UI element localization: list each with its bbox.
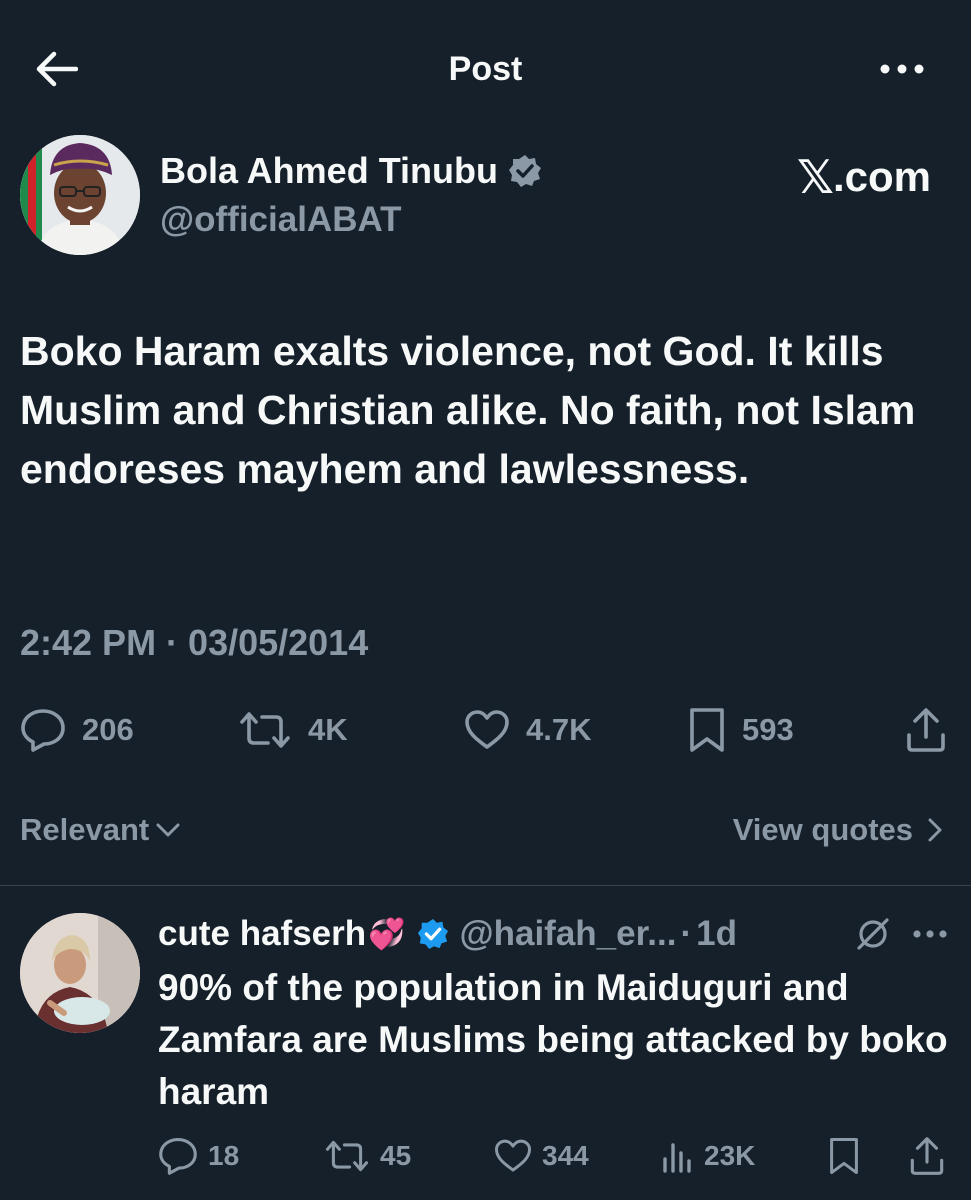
- repost-icon: [240, 712, 290, 748]
- divider: [0, 885, 971, 886]
- reply-header: cute hafserh 💞 @haifah_er... · 1d: [158, 910, 737, 958]
- heart-icon: [494, 1139, 532, 1172]
- reply-view-count: 23K: [704, 1140, 756, 1171]
- post-timestamp[interactable]: 2:42 PM · 03/05/2014: [20, 622, 368, 664]
- reply-reply-action[interactable]: 18: [158, 1134, 239, 1178]
- bookmark-icon: [830, 1137, 858, 1175]
- author-name-row[interactable]: Bola Ahmed Tinubu: [160, 150, 542, 192]
- reply-author-handle[interactable]: @haifah_er...: [459, 914, 676, 954]
- verified-badge-icon: [509, 155, 541, 187]
- reply-icon: [159, 1138, 197, 1175]
- reply-share-action[interactable]: [908, 1134, 946, 1178]
- top-bar: Post: [0, 0, 971, 140]
- reply-author-name[interactable]: cute hafserh: [158, 914, 366, 954]
- author-avatar[interactable]: [20, 135, 140, 255]
- repost-count: 4K: [308, 712, 348, 747]
- chevron-right-icon: [928, 818, 942, 842]
- reply-like-action[interactable]: 344: [494, 1134, 589, 1178]
- repost-action[interactable]: 4K: [238, 706, 348, 754]
- like-action[interactable]: 4.7K: [464, 706, 591, 754]
- reply-reply-count: 18: [208, 1140, 240, 1171]
- like-count: 4.7K: [526, 712, 592, 747]
- page-title: Post: [448, 50, 523, 88]
- chevron-down-icon: [156, 823, 180, 837]
- author-photo: [20, 135, 140, 255]
- heart-emoji: 💞: [368, 917, 406, 951]
- post-page: Post Bola Ahmed Tinubu @officialABAT 𝕏 .…: [0, 0, 971, 1200]
- post-text: Boko Haram exalts violence, not God. It …: [20, 328, 916, 492]
- separator-dot: ·: [680, 914, 693, 953]
- reply-bookmark-action[interactable]: [828, 1134, 860, 1178]
- reply-avatar[interactable]: [20, 913, 140, 1033]
- reply-time[interactable]: 1d: [696, 914, 737, 954]
- reply-text: 90% of the population in Maiduguri and Z…: [158, 967, 948, 1112]
- repost-icon: [325, 1140, 369, 1172]
- reply-icon: [21, 709, 65, 752]
- views-icon: [663, 1143, 691, 1173]
- bookmark-count: 593: [742, 712, 794, 747]
- reply-action[interactable]: 206: [20, 706, 134, 754]
- share-icon: [907, 708, 945, 752]
- reply-more-icon[interactable]: [910, 920, 950, 948]
- x-logo-icon: 𝕏: [796, 150, 834, 204]
- author-handle[interactable]: @officialABAT: [160, 200, 402, 240]
- reply-repost-count: 45: [380, 1140, 412, 1171]
- more-horizontal-icon: [880, 64, 924, 74]
- share-action[interactable]: [904, 706, 948, 754]
- share-icon: [910, 1137, 944, 1175]
- bookmark-action[interactable]: 593: [688, 706, 794, 754]
- grok-icon[interactable]: [853, 914, 893, 954]
- reply-repost-action[interactable]: 45: [324, 1134, 411, 1178]
- heart-icon: [465, 710, 509, 749]
- sort-label: Relevant: [20, 812, 150, 847]
- sort-dropdown[interactable]: Relevant: [20, 812, 181, 848]
- x-com-watermark: 𝕏 .com: [797, 150, 931, 204]
- bookmark-icon: [690, 708, 724, 752]
- verified-badge-icon: [418, 918, 449, 950]
- view-quotes-label: View quotes: [732, 812, 913, 847]
- reply-like-count: 344: [542, 1140, 589, 1171]
- reply-count: 206: [82, 712, 134, 747]
- reply-author-photo: [20, 913, 140, 1033]
- more-options-button[interactable]: [877, 54, 927, 84]
- reply-views-action[interactable]: 23K: [660, 1134, 755, 1178]
- x-com-label: .com: [832, 153, 931, 200]
- view-quotes-link[interactable]: View quotes: [733, 812, 943, 848]
- author-name: Bola Ahmed Tinubu: [160, 150, 498, 191]
